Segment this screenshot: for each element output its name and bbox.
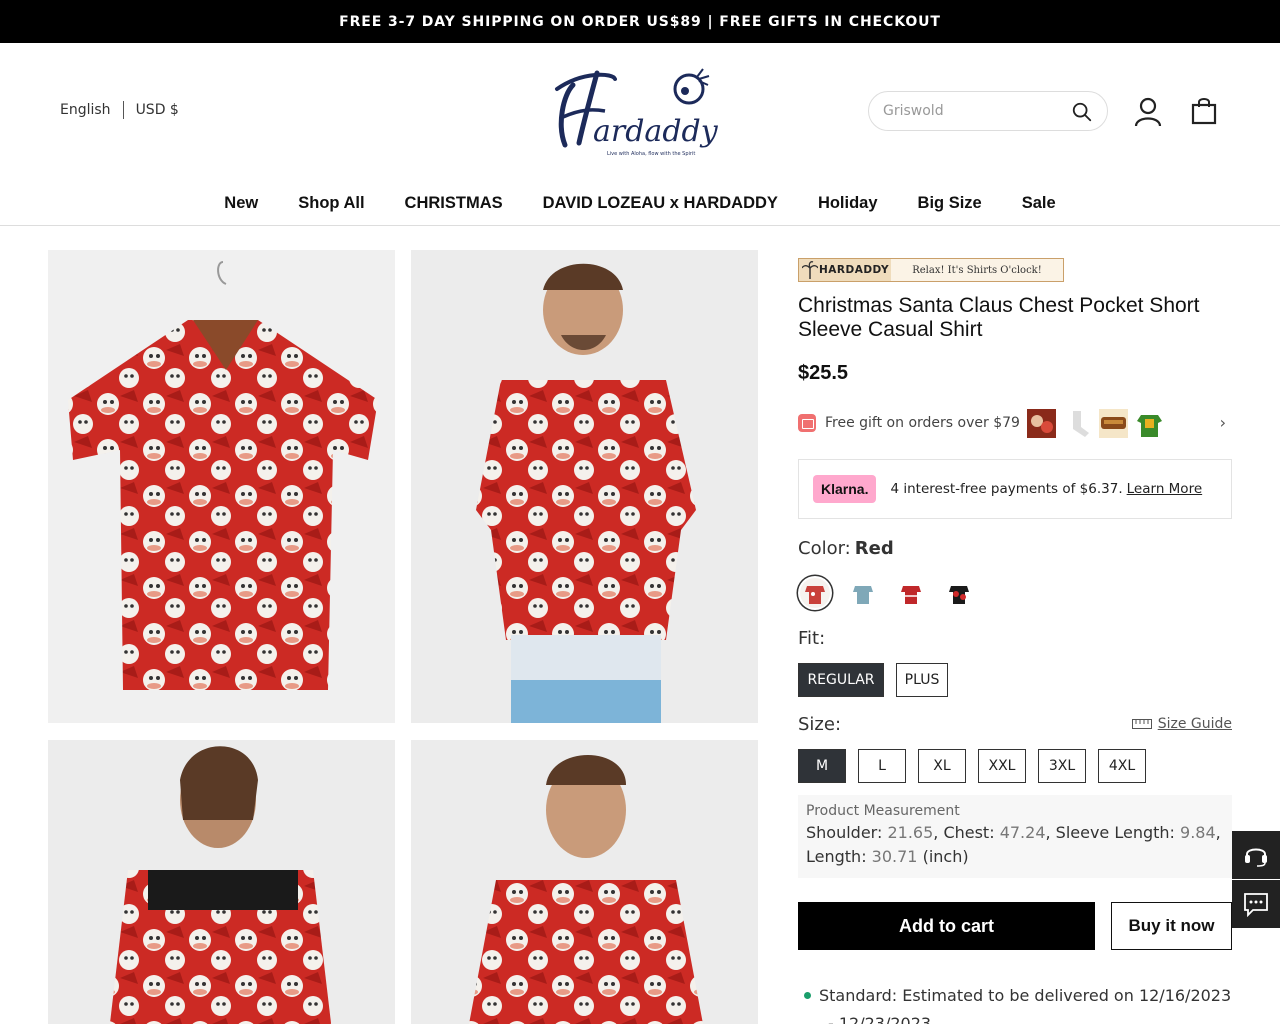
size-option-xxl[interactable]: XXL bbox=[978, 749, 1026, 783]
brand-badge-slogan: Relax! It's Shirts O'clock! bbox=[912, 264, 1042, 276]
status-dot bbox=[804, 992, 811, 999]
fit-option-regular[interactable]: REGULAR bbox=[798, 663, 884, 697]
shipping-text-continued: - 12/23/2023 bbox=[828, 1014, 932, 1024]
color-label: Color: Red bbox=[798, 538, 894, 559]
color-swatches bbox=[798, 576, 990, 610]
search-input[interactable] bbox=[883, 101, 1063, 121]
nav-item-new[interactable]: New bbox=[224, 183, 258, 225]
measurement-values: Shoulder: 21.65, Chest: 47.24, Sleeve Le… bbox=[806, 823, 1221, 866]
product-image-model-front[interactable] bbox=[411, 250, 758, 723]
product-image-model-side[interactable] bbox=[411, 740, 758, 1024]
customer-service-button[interactable] bbox=[1232, 831, 1280, 879]
product-price: $25.5 bbox=[798, 362, 849, 384]
currency-selector[interactable]: USD $ bbox=[136, 102, 179, 118]
selected-color: Red bbox=[854, 538, 894, 559]
headset-icon bbox=[1245, 848, 1267, 867]
brand-badge-name: HARDADDY bbox=[819, 264, 890, 276]
size-option-m[interactable]: M bbox=[798, 749, 846, 783]
gift-thumbnail bbox=[1098, 408, 1128, 438]
search-box[interactable] bbox=[868, 91, 1108, 131]
add-to-cart-button[interactable]: Add to cart bbox=[798, 902, 1095, 950]
nav-item-sale[interactable]: Sale bbox=[1022, 183, 1056, 225]
logo-tagline: Live with Aloha, flow with the Spirit bbox=[607, 151, 696, 157]
palm-tree-icon bbox=[802, 261, 818, 279]
size-option-4xl[interactable]: 4XL bbox=[1098, 749, 1146, 783]
svg-text:ardaddy: ardaddy bbox=[593, 114, 719, 149]
language-selector[interactable]: English bbox=[60, 102, 111, 118]
main-nav: New Shop All CHRISTMAS DAVID LOZEAU x HA… bbox=[0, 183, 1280, 226]
size-option-xl[interactable]: XL bbox=[918, 749, 966, 783]
search-icon[interactable] bbox=[1071, 101, 1093, 123]
ruler-icon bbox=[1131, 719, 1152, 729]
klarna-logo: Klarna. bbox=[813, 475, 877, 503]
nav-item-shop-all[interactable]: Shop All bbox=[298, 183, 364, 225]
site-header: English USD $ ardaddy Live with Aloha, f… bbox=[0, 43, 1280, 183]
color-swatch-red[interactable] bbox=[798, 576, 832, 610]
fit-options: REGULAR PLUS bbox=[798, 663, 960, 697]
shipping-text: Standard: Estimated to be delivered on 1… bbox=[819, 986, 1232, 1005]
nav-item-christmas[interactable]: CHRISTMAS bbox=[405, 183, 503, 225]
measurement-title: Product Measurement bbox=[806, 803, 960, 819]
size-label: Size: bbox=[798, 714, 842, 735]
shipping-estimate: Standard: Estimated to be delivered on 1… bbox=[804, 986, 1231, 1005]
logo-mark: ardaddy bbox=[555, 68, 719, 149]
fit-option-plus[interactable]: PLUS bbox=[896, 663, 948, 697]
size-option-l[interactable]: L bbox=[858, 749, 906, 783]
product-image-front[interactable] bbox=[48, 250, 395, 723]
chevron-right-icon[interactable]: › bbox=[1220, 413, 1226, 432]
nav-item-big-size[interactable]: Big Size bbox=[918, 183, 982, 225]
fit-label: Fit: bbox=[798, 628, 826, 649]
product-measurement: Product Measurement Shoulder: 21.65, Che… bbox=[798, 795, 1232, 878]
gift-icon bbox=[798, 414, 816, 432]
cart-icon[interactable] bbox=[1191, 97, 1217, 125]
gift-text: Free gift on orders over $79 bbox=[825, 415, 1020, 431]
nav-item-holiday[interactable]: Holiday bbox=[818, 183, 878, 225]
size-option-3xl[interactable]: 3XL bbox=[1038, 749, 1086, 783]
buy-now-button[interactable]: Buy it now bbox=[1111, 902, 1232, 950]
color-swatch-blue[interactable] bbox=[846, 576, 880, 610]
size-guide-link[interactable]: Size Guide bbox=[1131, 716, 1232, 732]
site-logo[interactable]: ardaddy Live with Aloha, flow with the S… bbox=[553, 65, 725, 161]
announcement-bar: FREE 3-7 DAY SHIPPING ON ORDER US$89 | F… bbox=[0, 0, 1280, 43]
size-options: M L XL XXL 3XL 4XL bbox=[798, 749, 1158, 783]
gift-thumbnail bbox=[1026, 408, 1056, 438]
account-icon[interactable] bbox=[1134, 97, 1162, 127]
brand-badge: HARDADDY Relax! It's Shirts O'clock! bbox=[798, 258, 1064, 282]
announcement-text: FREE 3-7 DAY SHIPPING ON ORDER US$89 | F… bbox=[339, 13, 941, 30]
klarna-text: 4 interest-free payments of $6.37. bbox=[890, 481, 1123, 497]
chat-icon bbox=[1244, 893, 1268, 917]
gift-thumbnail bbox=[1062, 408, 1092, 438]
nav-item-david-lozeau[interactable]: DAVID LOZEAU x HARDADDY bbox=[543, 183, 778, 225]
color-swatch-black[interactable] bbox=[942, 576, 976, 610]
klarna-banner: Klarna. 4 interest-free payments of $6.3… bbox=[798, 459, 1232, 519]
product-image-back[interactable] bbox=[48, 740, 395, 1024]
free-gift-banner[interactable]: Free gift on orders over $79 › bbox=[798, 405, 1232, 441]
color-swatch-plaid[interactable] bbox=[894, 576, 928, 610]
chat-button[interactable] bbox=[1232, 880, 1280, 928]
locale-divider bbox=[122, 101, 124, 119]
klarna-learn-more-link[interactable]: Learn More bbox=[1127, 481, 1203, 497]
gift-thumbnail bbox=[1134, 408, 1164, 438]
product-title: Christmas Santa Claus Chest Pocket Short… bbox=[798, 294, 1200, 341]
locale-switcher: English USD $ bbox=[60, 101, 179, 119]
